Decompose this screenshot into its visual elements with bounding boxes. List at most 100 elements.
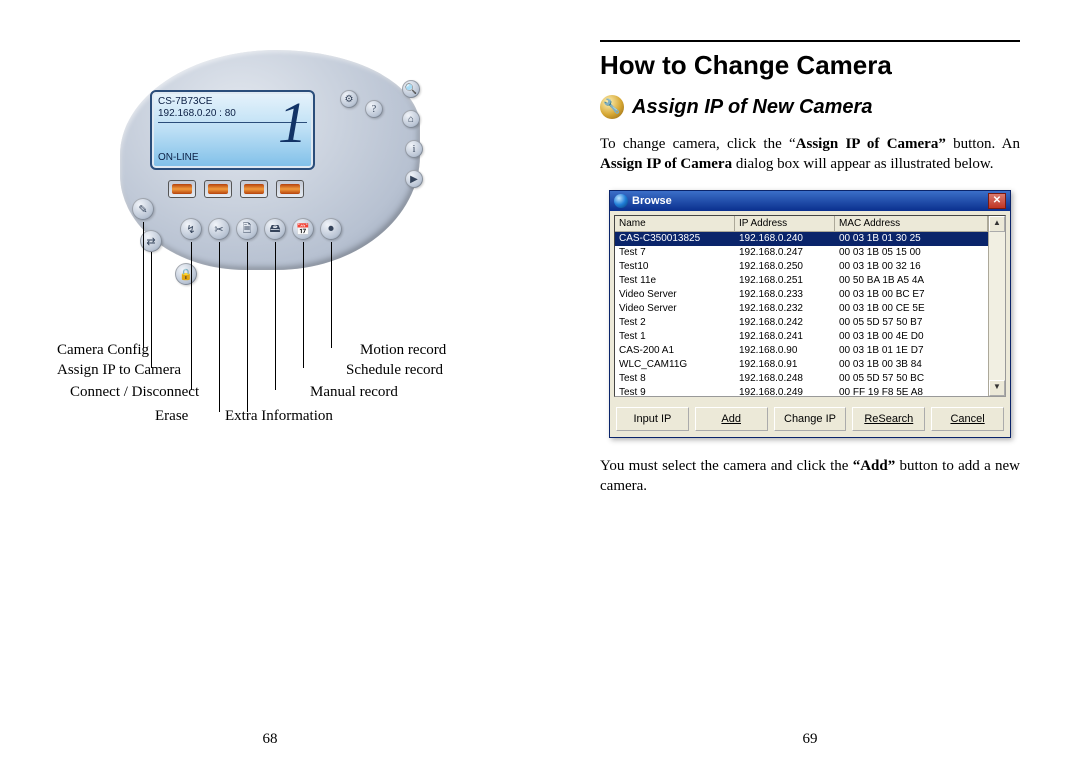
listview-cell: 00 05 5D 57 50 B7 (835, 316, 988, 330)
zoom-in-icon[interactable]: 🔍 (402, 80, 420, 98)
listview-cell: Test 9 (615, 386, 735, 396)
camera-config-button[interactable]: ✎ (132, 198, 154, 220)
listview-row[interactable]: Test10192.168.0.25000 03 1B 00 32 16 (615, 260, 988, 274)
globe-icon (614, 194, 628, 208)
listview-cell: 192.168.0.241 (735, 330, 835, 344)
settings-icon[interactable]: ⚙ (340, 90, 358, 108)
browse-dialog: Browse ✕ Name IP Address MAC Address CAS… (609, 190, 1011, 438)
page-title: How to Change Camera (600, 50, 1020, 81)
listview-row[interactable]: Video Server192.168.0.23200 03 1B 00 CE … (615, 302, 988, 316)
page-number-right: 69 (803, 731, 818, 748)
listview-row[interactable]: WLC_CAM11G192.168.0.9100 03 1B 00 3B 84 (615, 358, 988, 372)
listview-cell: 00 03 1B 00 32 16 (835, 260, 988, 274)
section-subheading: 🔧 Assign IP of New Camera (600, 95, 1020, 119)
home-icon[interactable]: ⌂ (402, 110, 420, 128)
callout-line (303, 242, 304, 368)
change-ip-button[interactable]: Change IP (774, 407, 847, 431)
device-illustration: CS-7B73CE 192.168.0.20 : 80 ON-LINE 1 🔍 … (80, 40, 460, 330)
callout-line (143, 222, 144, 348)
listview-row[interactable]: Test 7192.168.0.24700 03 1B 05 15 00 (615, 246, 988, 260)
listview-row[interactable]: CAS-C350013825192.168.0.24000 03 1B 01 3… (615, 232, 988, 246)
motion-record-button[interactable]: ⏺ (320, 218, 342, 240)
listview-cell: Video Server (615, 288, 735, 302)
listview-cell: 00 03 1B 01 1E D7 (835, 344, 988, 358)
connect-disconnect-button[interactable]: ↯ (180, 218, 202, 240)
listview-cell: 192.168.0.251 (735, 274, 835, 288)
listview-cell: 00 03 1B 00 4E D0 (835, 330, 988, 344)
info-icon[interactable]: i (405, 140, 423, 158)
scroll-up-button[interactable]: ▲ (989, 216, 1005, 232)
cancel-button[interactable]: Cancel (931, 407, 1004, 431)
listview-row[interactable]: Test 1192.168.0.24100 03 1B 00 4E D0 (615, 330, 988, 344)
callout-line (331, 242, 332, 348)
input-ip-button[interactable]: Input IP (616, 407, 689, 431)
bold-text: Assign IP of Camera (600, 156, 732, 172)
dialog-titlebar: Browse ✕ (610, 191, 1010, 211)
listview-cell: 192.168.0.242 (735, 316, 835, 330)
callout-line (219, 242, 220, 412)
text-span: dialog box will appear as illustrated be… (732, 156, 993, 172)
wrench-icon: 🔧 (600, 95, 624, 119)
listview-cell: 00 03 1B 00 3B 84 (835, 358, 988, 372)
scroll-down-button[interactable]: ▼ (989, 380, 1005, 396)
column-mac[interactable]: MAC Address (835, 216, 988, 232)
listview-cell: 192.168.0.249 (735, 386, 835, 396)
right-page: How to Change Camera 🔧 Assign IP of New … (540, 0, 1080, 763)
manual-record-button[interactable]: 🖴 (264, 218, 286, 240)
help-icon[interactable]: ? (365, 100, 383, 118)
listview-cell: Test 1 (615, 330, 735, 344)
heading-rule (600, 40, 1020, 42)
label-extra-info: Extra Information (225, 408, 333, 425)
listview-cell: 192.168.0.247 (735, 246, 835, 260)
add-button[interactable]: Add (695, 407, 768, 431)
listview-cell: Test 11e (615, 274, 735, 288)
callout-line (275, 242, 276, 390)
schedule-record-button[interactable]: 📅 (292, 218, 314, 240)
listview-cell: 00 03 1B 00 CE 5E (835, 302, 988, 316)
listview-row[interactable]: Video Server192.168.0.23300 03 1B 00 BC … (615, 288, 988, 302)
callout-line (191, 242, 192, 390)
play-icon[interactable]: ▶ (405, 170, 423, 188)
listview-row[interactable]: Test 11e192.168.0.25100 50 BA 1B A5 4A (615, 274, 988, 288)
erase-button[interactable]: ✂ (208, 218, 230, 240)
label-manual-record: Manual record (310, 384, 398, 401)
research-button[interactable]: ReSearch (852, 407, 925, 431)
screen-channel-number: 1 (278, 88, 307, 158)
listview-cell: Test 8 (615, 372, 735, 386)
column-ip[interactable]: IP Address (735, 216, 835, 232)
device-screen: CS-7B73CE 192.168.0.20 : 80 ON-LINE 1 (150, 90, 315, 170)
listview-cell: 192.168.0.240 (735, 232, 835, 246)
listview-cell: 192.168.0.91 (735, 358, 835, 372)
column-name[interactable]: Name (615, 216, 735, 232)
listview-cell: 192.168.0.232 (735, 302, 835, 316)
listview-header: Name IP Address MAC Address (615, 216, 988, 232)
port-icon (240, 180, 268, 198)
scroll-track[interactable] (989, 232, 1005, 380)
listview-cell: WLC_CAM11G (615, 358, 735, 372)
listview-cell: CAS-200 A1 (615, 344, 735, 358)
extra-info-button[interactable]: 🗎 (236, 218, 258, 240)
listview-cell: Test10 (615, 260, 735, 274)
port-icon (168, 180, 196, 198)
listview-cell: Test 7 (615, 246, 735, 260)
listview-cell: 192.168.0.250 (735, 260, 835, 274)
close-button[interactable]: ✕ (988, 193, 1006, 209)
bold-text: “Add” (853, 458, 896, 474)
port-icon (276, 180, 304, 198)
lock-icon[interactable]: 🔒 (175, 263, 197, 285)
dialog-title: Browse (632, 195, 672, 207)
listview-cell: 00 50 BA 1B A5 4A (835, 274, 988, 288)
paragraph-2: You must select the camera and click the… (600, 456, 1020, 497)
listview-row[interactable]: Test 9192.168.0.24900 FF 19 F8 5E A8 (615, 386, 988, 396)
listview-row[interactable]: CAS-200 A1192.168.0.9000 03 1B 01 1E D7 (615, 344, 988, 358)
listview-row[interactable]: Test 8192.168.0.24800 05 5D 57 50 BC (615, 372, 988, 386)
dialog-button-row: Input IP Add Change IP ReSearch Cancel (610, 401, 1010, 437)
callout-line (151, 252, 152, 368)
scrollbar[interactable]: ▲ ▼ (988, 216, 1005, 396)
listview-cell: 192.168.0.90 (735, 344, 835, 358)
label-assign-ip: Assign IP to Camera (57, 362, 181, 379)
listview[interactable]: Name IP Address MAC Address CAS-C3500138… (614, 215, 1006, 397)
paragraph-1: To change camera, click the “Assign IP o… (600, 134, 1020, 175)
listview-cell: 00 03 1B 05 15 00 (835, 246, 988, 260)
listview-row[interactable]: Test 2192.168.0.24200 05 5D 57 50 B7 (615, 316, 988, 330)
